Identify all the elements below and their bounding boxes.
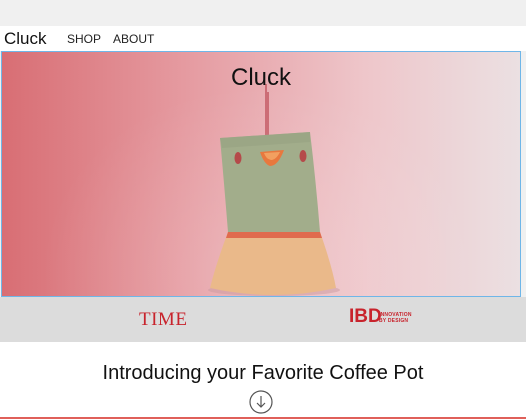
scroll-down-button[interactable] — [249, 390, 273, 414]
arrow-down-circle-icon — [249, 390, 273, 414]
hero-title: Cluck — [230, 64, 291, 91]
intro-section: Introducing your Favorite Coffee Pot — [0, 342, 526, 420]
brand-logo[interactable]: Cluck — [4, 29, 47, 49]
ibd-mark: IBD — [349, 306, 382, 327]
intro-title: Introducing your Favorite Coffee Pot — [102, 362, 424, 384]
top-bar — [0, 0, 526, 26]
nav-link-about[interactable]: ABOUT — [113, 32, 154, 46]
nav-link-shop[interactable]: SHOP — [67, 32, 101, 46]
ibd-line-by-design: BY DESIGN — [379, 318, 409, 324]
time-logo: TIME — [139, 309, 188, 330]
bottom-divider — [0, 417, 526, 419]
ibd-logo: IBD INNOVATION BY DESIGN — [349, 306, 421, 330]
navigation-bar: Cluck SHOP ABOUT — [0, 26, 526, 51]
hero-banner: Cluck — [1, 51, 521, 297]
press-logos-bar: TIME IBD INNOVATION BY DESIGN — [0, 297, 526, 342]
